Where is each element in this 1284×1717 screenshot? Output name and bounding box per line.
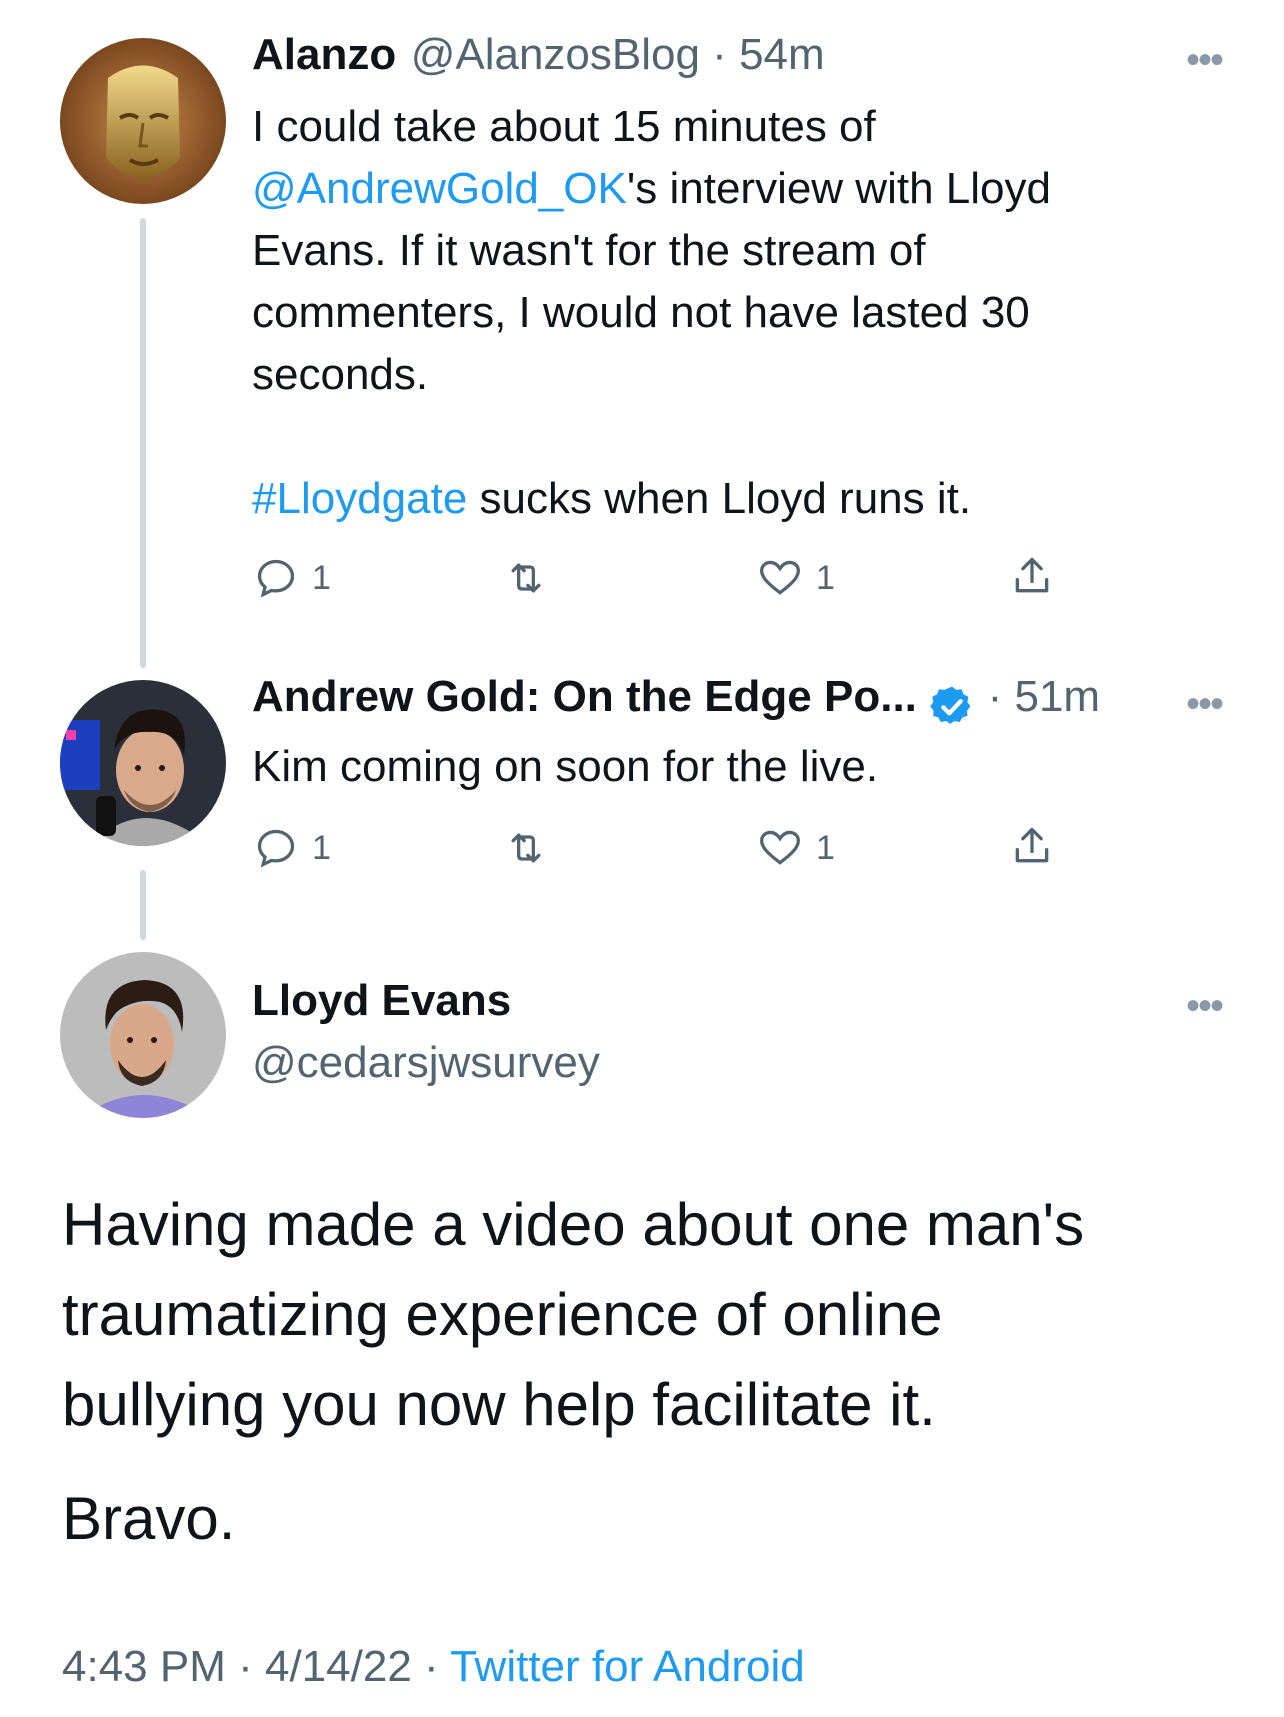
like-button[interactable]: 1: [758, 556, 835, 600]
avatar[interactable]: [60, 680, 226, 846]
more-icon[interactable]: •••: [1186, 986, 1224, 1026]
share-icon: [1015, 827, 1049, 863]
display-name[interactable]: Andrew Gold: On the Edge Po...: [252, 672, 917, 721]
display-name[interactable]: Alanzo: [252, 30, 396, 79]
tweet-footer: 4:43 PM · 4/14/22 · Twitter for Android: [62, 1642, 805, 1692]
reply-button[interactable]: 1: [254, 556, 331, 600]
like-icon: [760, 560, 800, 595]
tweet-source-link[interactable]: Twitter for Android: [450, 1642, 805, 1691]
like-icon: [760, 830, 800, 865]
like-count: 1: [816, 558, 835, 597]
verified-badge-icon: [930, 686, 971, 724]
tweet-text: Kim coming on soon for the live.: [252, 742, 879, 791]
reply-icon: [257, 559, 295, 598]
more-icon[interactable]: •••: [1186, 684, 1224, 724]
avatar[interactable]: [60, 38, 226, 204]
tweet-text-closing: Bravo.: [62, 1485, 236, 1552]
handle[interactable]: @cedarsjwsurvey: [252, 1038, 600, 1088]
separator: ·: [975, 672, 1015, 721]
reply-button[interactable]: 1: [254, 826, 331, 870]
retweet-button[interactable]: [504, 556, 562, 600]
separator: ·: [411, 1642, 451, 1691]
tweet-time[interactable]: 4:43 PM: [62, 1642, 226, 1691]
reply-icon: [257, 829, 295, 868]
tweet-date[interactable]: 4/14/22: [265, 1642, 412, 1691]
share-icon: [1015, 557, 1049, 593]
retweet-icon: [511, 833, 541, 863]
avatar[interactable]: [60, 952, 226, 1118]
hashtag-link[interactable]: #Lloydgate: [252, 474, 467, 523]
text-segment: I could take about 15 minutes of: [252, 102, 876, 151]
retweet-icon: [511, 563, 541, 593]
reply-count: 1: [312, 558, 331, 597]
handle[interactable]: @AlanzosBlog: [411, 30, 700, 79]
thread-connector: [140, 870, 146, 940]
separator: ·: [225, 1642, 265, 1691]
separator: ·: [699, 30, 740, 79]
like-count: 1: [816, 828, 835, 867]
tweet-text: I could take about 15 minutes of @Andrew…: [252, 96, 1212, 530]
retweet-button[interactable]: [504, 826, 562, 870]
timestamp[interactable]: 54m: [739, 30, 825, 79]
text-segment: sucks when Lloyd runs it.: [467, 474, 972, 523]
more-icon[interactable]: •••: [1186, 40, 1224, 80]
display-name[interactable]: Lloyd Evans: [252, 976, 511, 1026]
share-button[interactable]: [1010, 824, 1054, 868]
reply-count: 1: [312, 828, 331, 867]
tweet-text: Having made a video about one man's trau…: [62, 1191, 1085, 1438]
like-button[interactable]: 1: [758, 826, 835, 870]
share-button[interactable]: [1010, 554, 1054, 598]
thread-connector: [140, 218, 146, 668]
mention-link[interactable]: @AndrewGold_OK: [252, 164, 627, 213]
timestamp[interactable]: 51m: [1014, 672, 1100, 721]
